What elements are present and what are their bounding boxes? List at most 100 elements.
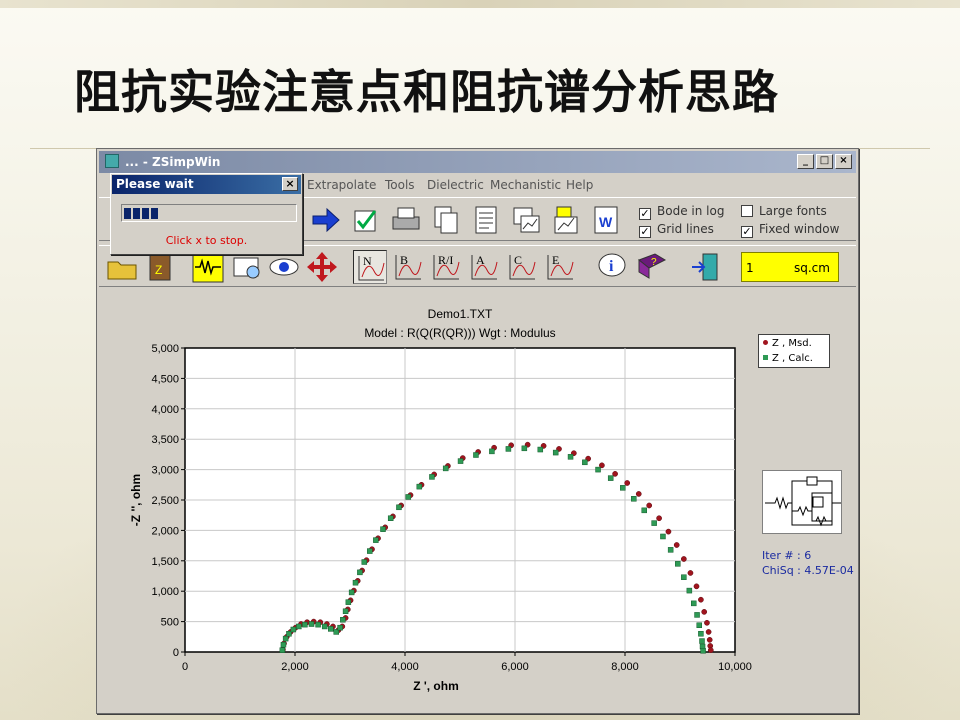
x-tick-label: 6,000	[501, 661, 529, 673]
y-tick-label: 0	[173, 647, 179, 659]
data-point-calculated	[328, 626, 334, 632]
x-tick-label: 2,000	[281, 661, 309, 673]
data-point-calculated	[367, 548, 373, 554]
data-point-calculated	[345, 599, 352, 605]
dialog-close-button[interactable]: ×	[282, 177, 298, 191]
export-plot-icon[interactable]	[509, 203, 543, 237]
check-document-icon[interactable]	[349, 203, 383, 237]
plot-button-icon: R/I	[433, 253, 460, 280]
parameters-icon[interactable]	[229, 250, 263, 284]
chart-legend: Z , Msd. Z , Calc.	[758, 334, 830, 368]
app-icon	[105, 154, 119, 168]
fixed-window-option[interactable]: ✓ Fixed window	[741, 222, 839, 238]
plot-button-ri[interactable]: R/I	[429, 250, 463, 284]
data-point-calculated	[631, 496, 637, 502]
data-point-calculated	[595, 466, 601, 473]
bode-in-log-checkbox[interactable]: ✓	[639, 208, 651, 220]
legend-marker-calculated	[763, 355, 768, 360]
y-tick-label: 2,500	[151, 495, 179, 507]
data-point-calculated	[660, 533, 666, 540]
help-book-icon[interactable]: ?	[635, 250, 669, 284]
word-export-icon[interactable]: W	[589, 203, 623, 237]
nyquist-chart: Demo1.TXT Model : R(Q(R(QR))) Wgt : Modul…	[129, 307, 752, 693]
data-point-calculated	[675, 561, 681, 567]
legend-marker-measured	[763, 340, 768, 345]
decorative-top-strip	[0, 0, 960, 8]
data-point-calculated	[342, 608, 349, 615]
data-point-measured	[624, 480, 631, 486]
maximize-button[interactable]: □	[816, 154, 833, 169]
grid-lines-checkbox[interactable]: ✓	[639, 226, 651, 238]
menu-help[interactable]: Help	[566, 178, 593, 192]
fixed-window-checkbox[interactable]: ✓	[741, 226, 753, 238]
menu-tools[interactable]: Tools	[385, 178, 415, 192]
circuit-icon	[765, 476, 841, 527]
data-point-calculated	[308, 621, 315, 627]
grid-lines-option[interactable]: ✓ Grid lines	[639, 222, 714, 238]
plot-button-e[interactable]: E	[543, 250, 577, 284]
menu-extrapolate[interactable]: Extrapolate	[307, 178, 376, 192]
copy-pages-icon[interactable]	[429, 203, 463, 237]
data-point-calculated	[337, 624, 343, 631]
data-point-measured	[635, 491, 642, 497]
minimize-button[interactable]: _	[797, 154, 814, 169]
close-button[interactable]: ×	[835, 154, 852, 169]
large-fonts-option[interactable]: Large fonts	[741, 204, 827, 218]
plot-button-icon: A	[471, 253, 498, 280]
data-point-calculated	[387, 515, 394, 521]
open-folder-icon[interactable]	[105, 250, 139, 284]
exit-door-icon[interactable]	[689, 250, 723, 284]
data-point-calculated	[340, 617, 346, 623]
data-point-calculated	[567, 454, 574, 460]
data-point-calculated	[442, 465, 449, 472]
move-arrows-icon[interactable]	[305, 250, 339, 284]
legend-item-measured: Z , Msd.	[763, 338, 812, 349]
plot-button-label: B	[400, 253, 408, 267]
area-input[interactable]	[746, 259, 786, 277]
progress-block	[124, 208, 131, 219]
printer-icon[interactable]	[389, 203, 423, 237]
y-axis-label: -Z '', ohm	[129, 474, 143, 526]
plot-button-b[interactable]: B	[391, 250, 425, 284]
bode-in-log-option[interactable]: ✓ Bode in log	[639, 204, 724, 220]
open-plot-icon[interactable]	[549, 203, 583, 237]
large-fonts-checkbox[interactable]	[741, 205, 753, 217]
iteration-count: Iter # : 6	[762, 549, 812, 562]
plot-options: ✓ Bode in log ✓ Grid lines Large fonts ✓ Fi…	[639, 202, 849, 240]
plot-button-icon: N	[358, 254, 385, 281]
circuit-editor-icon[interactable]	[191, 250, 225, 284]
view-eye-icon[interactable]	[267, 250, 301, 284]
window-titlebar[interactable]: ... - ZSimpWin _ □ ×	[99, 151, 856, 173]
data-point-measured	[704, 619, 710, 626]
plot-button-a[interactable]: A	[467, 250, 501, 284]
y-tick-label: 1,500	[151, 556, 179, 568]
data-point-measured	[698, 596, 704, 603]
zip-file-icon[interactable]: Z	[143, 250, 177, 284]
plot-button-n[interactable]: N	[353, 250, 387, 284]
menu-dielectric[interactable]: Dielectric	[427, 178, 484, 192]
data-point-calculated	[691, 600, 697, 607]
menu-mechanistic[interactable]: Mechanistic	[490, 178, 561, 192]
data-point-measured	[707, 647, 714, 654]
progress-block	[151, 208, 158, 219]
dialog-titlebar: Please wait ×	[112, 175, 301, 194]
x-tick-label: 8,000	[611, 661, 639, 673]
chi-square-value: ChiSq : 4.57E-04	[762, 564, 854, 577]
window-title: ... - ZSimpWin	[125, 155, 221, 169]
svg-text:?: ?	[651, 257, 657, 268]
arrow-right-icon[interactable]	[309, 203, 343, 237]
data-point-calculated	[457, 458, 464, 464]
info-icon[interactable]: i	[595, 250, 629, 284]
plot-button-c[interactable]: C	[505, 250, 539, 284]
data-point-calculated	[357, 569, 363, 576]
document-list-icon[interactable]	[469, 203, 503, 237]
area-unit-label: sq.cm	[794, 261, 830, 275]
y-tick-label: 1,000	[151, 586, 179, 598]
data-point-calculated	[380, 526, 386, 532]
plot-button-icon: E	[547, 253, 574, 280]
data-point-calculated	[302, 621, 308, 628]
data-point-measured	[681, 556, 687, 562]
please-wait-dialog: Please wait × Click x to stop.	[110, 173, 303, 255]
data-point-calculated	[348, 589, 355, 596]
x-tick-label: 4,000	[391, 661, 419, 673]
